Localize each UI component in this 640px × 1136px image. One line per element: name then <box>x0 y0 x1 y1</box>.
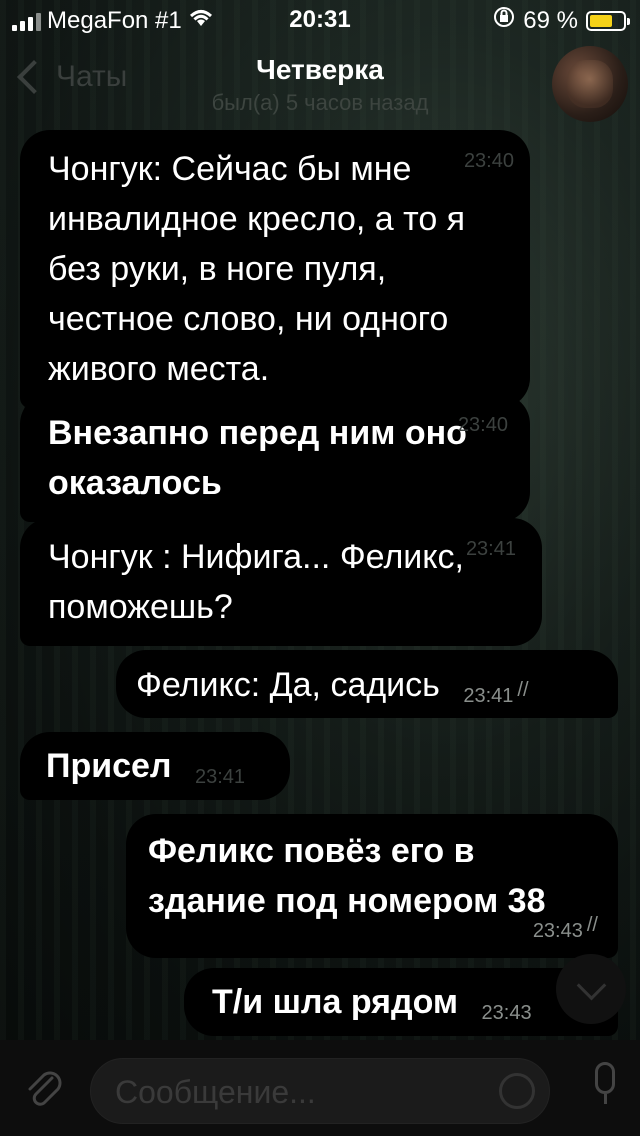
message-text: Т/и шла рядом <box>212 983 459 1021</box>
message-text: Чонгук: Сейчас бы мне инвалидное кресло,… <box>48 150 466 388</box>
battery-icon <box>586 10 630 31</box>
message-list[interactable]: Чонгук: Сейчас бы мне инвалидное кресло,… <box>0 130 640 1040</box>
message-bubble[interactable]: Внезапно перед ним оно оказалось 23:40 <box>20 394 530 522</box>
sticker-icon[interactable] <box>499 1073 535 1109</box>
double-check-icon: // <box>517 679 529 701</box>
message-bubble[interactable]: Т/и шла рядом 23:43 <box>184 968 618 1036</box>
chat-header: Чаты Четверка был(а) 5 часов назад <box>0 40 640 130</box>
message-input-wrapper[interactable] <box>90 1058 550 1124</box>
status-right: 69 % <box>493 6 630 35</box>
battery-percent: 69 % <box>523 6 578 34</box>
message-time: 23:40 <box>463 150 514 172</box>
mic-head <box>595 1062 615 1094</box>
message-text: Присел <box>46 747 172 785</box>
message-bubble[interactable]: Присел 23:41 <box>20 732 290 800</box>
avatar[interactable] <box>552 46 628 122</box>
chevron-down-icon <box>576 970 606 1000</box>
message-bubble[interactable]: Чонгук: Сейчас бы мне инвалидное кресло,… <box>20 130 530 408</box>
chat-title[interactable]: Четверка <box>0 54 640 86</box>
message-text: Феликс: Да, садись <box>136 666 440 704</box>
scroll-down-button[interactable] <box>556 954 626 1024</box>
microphone-icon[interactable] <box>592 1062 618 1106</box>
message-meta: 23:43// <box>519 895 598 950</box>
message-text: Феликс повёз его в здание под номером 38 <box>148 832 546 920</box>
message-time: 23:40 <box>457 414 508 436</box>
paperclip-icon[interactable] <box>24 1066 64 1110</box>
status-bar: MegaFon #1 20:31 69 % <box>0 0 640 40</box>
mic-stem <box>603 1094 607 1104</box>
battery-fill <box>590 14 612 27</box>
message-time: 23:43 <box>481 1002 532 1024</box>
message-time: 23:41 <box>194 766 246 788</box>
message-time: 23:41 <box>465 538 516 560</box>
message-time: 23:41 <box>463 685 514 707</box>
message-input[interactable] <box>113 1069 477 1115</box>
message-time: 23:43 <box>532 920 583 942</box>
orientation-lock-icon <box>493 6 515 35</box>
double-check-icon: // <box>586 914 598 936</box>
message-bubble[interactable]: Феликс повёз его в здание под номером 38… <box>126 814 618 958</box>
message-text: Внезапно перед ним оно оказалось <box>48 414 467 502</box>
composer <box>0 1040 640 1136</box>
last-seen-status: был(а) 5 часов назад <box>211 90 429 115</box>
message-bubble[interactable]: Феликс: Да, садись 23:41// <box>116 650 618 718</box>
message-text: Чонгук : Нифига... Феликс, поможешь? <box>48 538 464 626</box>
message-bubble[interactable]: Чонгук : Нифига... Феликс, поможешь? 23:… <box>20 518 542 646</box>
